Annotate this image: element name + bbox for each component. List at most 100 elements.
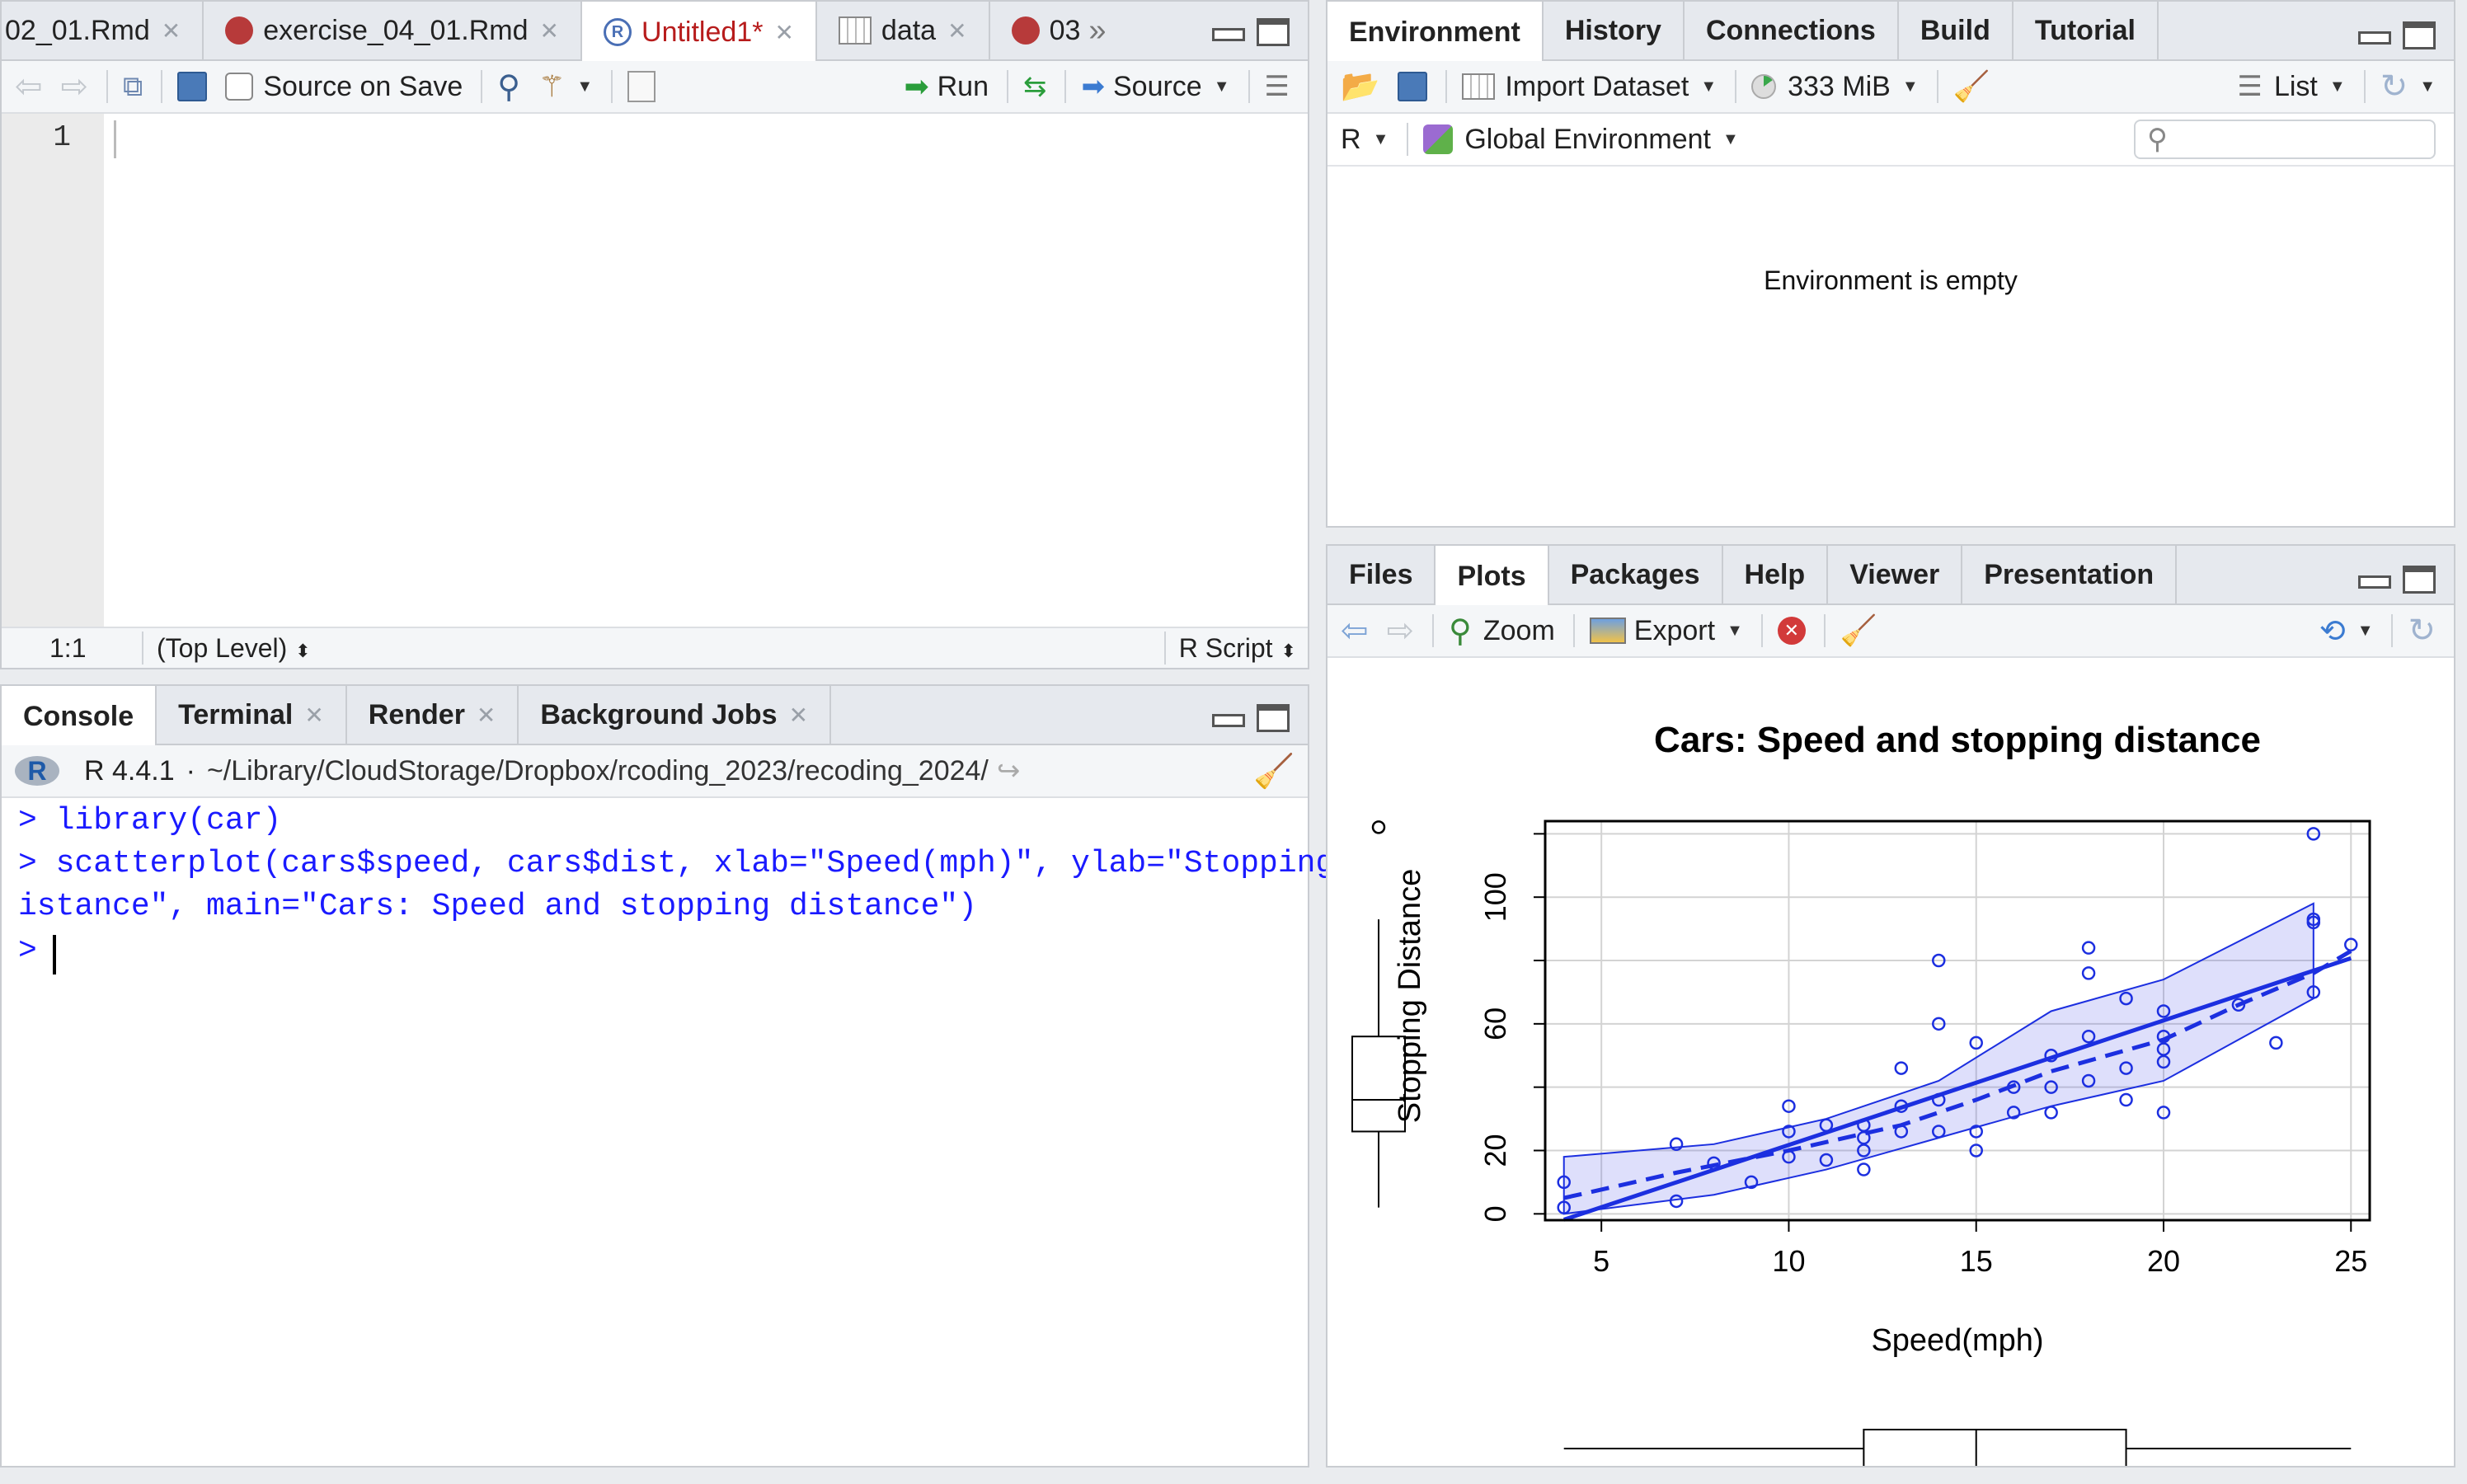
publish-icon[interactable]: ⟲ ▼	[2319, 613, 2374, 650]
remove-plot-icon[interactable]: ✕	[1777, 617, 1806, 645]
close-icon[interactable]: ✕	[947, 17, 966, 45]
close-icon[interactable]: ✕	[477, 702, 496, 729]
tab-02-01-rmd[interactable]: 02_01.Rmd ✕	[2, 2, 204, 59]
y-boxplot-outlier	[1371, 820, 1386, 834]
export-button[interactable]: Export ▼	[1589, 615, 1743, 647]
environment-selector[interactable]: Global Environment ▼	[1423, 124, 1739, 156]
scope-selector[interactable]: (Top Level) ⬍	[157, 633, 311, 664]
tab-background-jobs[interactable]: Background Jobs ✕	[519, 686, 832, 744]
source-on-save-checkbox[interactable]: Source on Save	[225, 71, 463, 103]
close-icon[interactable]: ✕	[540, 17, 559, 45]
close-icon[interactable]: ✕	[774, 19, 793, 46]
view-mode-button[interactable]: ☰ List ▼	[2237, 70, 2345, 103]
open-folder-icon[interactable]: 📂	[1341, 68, 1379, 105]
tab-terminal[interactable]: Terminal ✕	[157, 686, 347, 744]
plot-area: Cars: Speed and stopping distance 5 10 15 20…	[1327, 658, 2454, 1466]
tab-label: Tutorial	[2034, 14, 2136, 46]
tab-help[interactable]: Help	[1723, 546, 1829, 603]
maximize-icon[interactable]	[2403, 566, 2436, 594]
console-line: istance", main="Cars: Speed and stopping…	[18, 889, 977, 924]
show-in-window-icon[interactable]: ⧉	[123, 71, 143, 103]
tab-console[interactable]: Console	[2, 686, 157, 747]
plots-toolbar: ⇦ ⇨ ⚲ Zoom Export ▼ ✕ 🧹 ⟲ ▼ ↻	[1327, 605, 2454, 658]
maximize-icon[interactable]	[1257, 18, 1290, 46]
chart-title: Cars: Speed and stopping distance	[1654, 720, 2261, 760]
minimize-icon[interactable]	[2358, 21, 2391, 49]
editor-status-bar: 1:1 (Top Level) ⬍ R Script ⬍	[2, 627, 1308, 668]
minimize-icon[interactable]	[1212, 704, 1245, 732]
minimize-icon[interactable]	[2358, 566, 2391, 594]
clear-console-icon[interactable]: 🧹	[1253, 752, 1295, 791]
data-point	[1857, 1162, 1871, 1176]
close-icon[interactable]: ✕	[789, 702, 808, 729]
minimize-icon[interactable]	[1212, 18, 1245, 46]
zoom-button[interactable]: ⚲ Zoom	[1449, 613, 1555, 650]
tab-03[interactable]: 03 »	[990, 2, 1128, 59]
view-mode-label: List	[2273, 70, 2318, 102]
code-editor[interactable]	[104, 114, 1308, 627]
memory-label: 333 MiB	[1788, 70, 1891, 102]
search-input[interactable]: ⚲	[2134, 120, 2436, 159]
back-arrow-icon[interactable]: ⇦	[15, 68, 43, 106]
console-line: > scatterplot(cars$speed, cars$dist, xla…	[18, 846, 1372, 881]
clear-objects-icon[interactable]: 🧹	[1953, 69, 1990, 104]
tab-tutorial[interactable]: Tutorial	[2014, 2, 2159, 59]
tab-label: 03	[1049, 14, 1081, 46]
source-toolbar: ⇦ ⇨ ⧉ Source on Save ⚲ ⚚ ▼ ➡ Run ⇆ ➡ Source…	[2, 61, 1308, 114]
console-line: > library(car)	[18, 803, 282, 838]
save-icon[interactable]	[1398, 72, 1428, 101]
refresh-icon[interactable]: ↻	[2408, 612, 2436, 650]
refresh-icon[interactable]: ↻ ▼	[2380, 68, 2436, 106]
import-dataset-button[interactable]: Import Dataset ▼	[1462, 71, 1717, 103]
tab-untitled1[interactable]: R Untitled1* ✕	[582, 2, 817, 63]
previous-plot-icon[interactable]: ⇦	[1341, 612, 1369, 650]
clear-plots-icon[interactable]: 🧹	[1840, 613, 1877, 648]
magic-wand-icon[interactable]: ⚚ ▼	[538, 69, 593, 104]
maximize-icon[interactable]	[1257, 704, 1290, 732]
run-arrow-icon: ➡	[904, 69, 929, 103]
source-arrow-icon: ➡	[1081, 71, 1105, 102]
go-to-directory-icon[interactable]: ↪	[997, 754, 1021, 787]
tab-presentation[interactable]: Presentation	[1962, 546, 2178, 603]
search-icon: ⚲	[2147, 124, 2168, 155]
tab-data[interactable]: data ✕	[817, 2, 990, 59]
y-tick-label: 60	[1478, 1007, 1512, 1040]
x-tick-label: 25	[2334, 1244, 2367, 1278]
next-plot-icon[interactable]: ⇨	[1387, 612, 1415, 650]
console-output[interactable]: > library(car) > scatterplot(cars$speed,…	[2, 800, 1372, 1466]
tab-packages[interactable]: Packages	[1549, 546, 1723, 603]
search-icon[interactable]: ⚲	[497, 68, 520, 106]
working-directory[interactable]: ~/Library/CloudStorage/Dropbox/rcoding_2…	[207, 755, 989, 787]
language-selector[interactable]: R ▼	[1341, 124, 1389, 156]
source-button[interactable]: ➡ Source ▼	[1081, 70, 1229, 103]
run-button[interactable]: ➡ Run	[904, 69, 989, 104]
compile-report-icon[interactable]	[627, 71, 656, 102]
tab-plots[interactable]: Plots	[1436, 546, 1549, 607]
tab-render[interactable]: Render ✕	[347, 686, 519, 744]
tab-exercise-04-01[interactable]: exercise_04_01.Rmd ✕	[204, 2, 583, 59]
tab-label: 02_01.Rmd	[5, 14, 150, 46]
more-tabs-icon[interactable]: »	[1088, 13, 1106, 49]
tab-viewer[interactable]: Viewer	[1828, 546, 1963, 603]
source-tabbar: 02_01.Rmd ✕ exercise_04_01.Rmd ✕ R Untitle…	[2, 2, 1308, 63]
x-tick-label: 10	[1772, 1244, 1805, 1278]
memory-usage-button[interactable]: 333 MiB ▼	[1751, 71, 1919, 103]
language-label: R	[1341, 123, 1361, 155]
tab-connections[interactable]: Connections	[1685, 2, 1899, 59]
outline-icon[interactable]: ☰	[1265, 70, 1290, 103]
tab-files[interactable]: Files	[1327, 546, 1436, 603]
environment-tabbar: Environment History Connections Build Tu…	[1327, 2, 2454, 63]
tab-label: Console	[23, 700, 134, 732]
save-icon[interactable]	[177, 72, 208, 101]
tab-environment[interactable]: Environment	[1327, 2, 1544, 63]
close-icon[interactable]: ✕	[304, 702, 323, 729]
tab-history[interactable]: History	[1544, 2, 1685, 59]
maximize-icon[interactable]	[2403, 21, 2436, 49]
rerun-icon[interactable]: ⇆	[1023, 70, 1047, 103]
tab-label: Render	[368, 698, 465, 730]
forward-arrow-icon[interactable]: ⇨	[61, 68, 89, 106]
tab-build[interactable]: Build	[1899, 2, 2014, 59]
file-type-selector[interactable]: R Script ⬍	[1179, 633, 1308, 664]
close-icon[interactable]: ✕	[162, 17, 181, 45]
regression-line	[1562, 956, 2352, 1222]
